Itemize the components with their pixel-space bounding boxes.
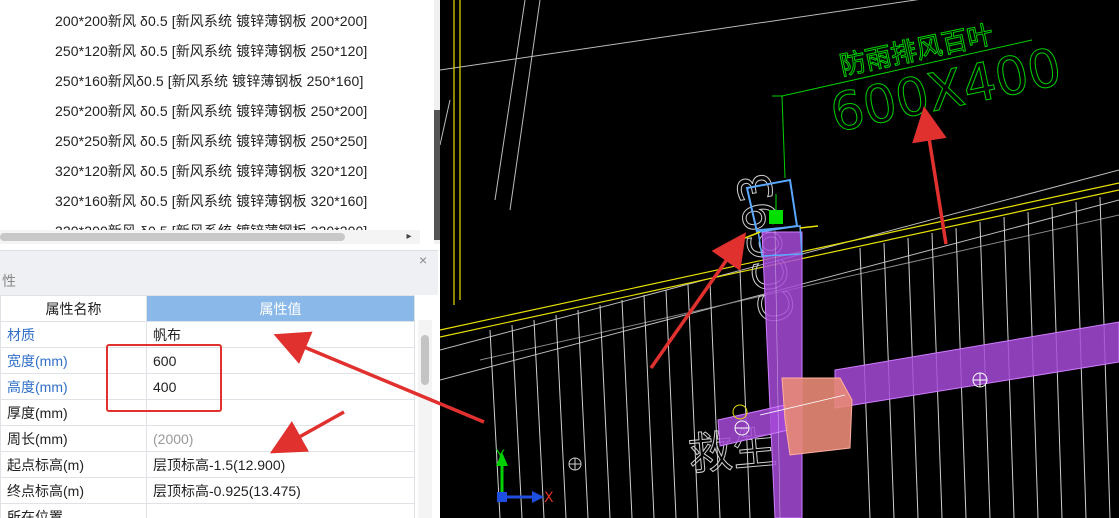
vertical-duct[interactable] — [761, 231, 803, 518]
ucs-axis-icon: Y X — [495, 448, 554, 506]
scrollbar-thumb[interactable] — [0, 233, 345, 241]
property-value[interactable]: 层顶标高-0.925(13.475) — [146, 477, 415, 504]
duct-joint[interactable] — [781, 377, 853, 456]
axis-y-label: Y — [495, 448, 505, 464]
table-row[interactable]: 起点标高(m) 层顶标高-1.5(12.900) — [0, 451, 415, 478]
highlight-box — [106, 344, 222, 412]
list-item[interactable]: 250*250新风 δ0.5 [新风系统 镀锌薄钢板 250*250] — [55, 129, 367, 153]
list-item[interactable]: 200*200新风 δ0.5 [新风系统 镀锌薄钢板 200*200] — [55, 9, 367, 33]
property-value[interactable]: 层顶标高-1.5(12.900) — [146, 451, 415, 478]
grip-handle[interactable] — [769, 210, 783, 224]
property-name: 周长(mm) — [0, 425, 147, 452]
table-row[interactable]: 所在位置 — [0, 503, 415, 518]
close-icon[interactable]: × — [419, 251, 427, 269]
duct-network[interactable] — [717, 229, 1119, 518]
properties-title: 性 — [0, 268, 438, 295]
properties-scrollbar[interactable] — [418, 320, 432, 518]
property-value[interactable] — [146, 503, 415, 518]
list-item[interactable]: 250*120新风 δ0.5 [新风系统 镀锌薄钢板 250*120] — [55, 39, 367, 63]
property-value: (2000) — [146, 425, 415, 452]
list-item[interactable]: 320*160新风 δ0.5 [新风系统 镀锌薄钢板 320*160] — [55, 189, 367, 213]
scrollbar-thumb[interactable] — [421, 335, 429, 385]
column-header-name: 属性名称 — [0, 295, 147, 322]
list-item[interactable]: 250*160新风δ0.5 [新风系统 镀锌薄钢板 250*160] — [55, 69, 363, 93]
small-symbol — [568, 457, 582, 471]
list-item[interactable]: 320*120新风 δ0.5 [新风系统 镀锌薄钢板 320*120] — [55, 159, 367, 183]
property-name: 所在位置 — [0, 503, 147, 518]
table-row[interactable]: 周长(mm) (2000) — [0, 425, 415, 452]
list-item[interactable]: 320*200新风 δ0.5 [新风系统 镀锌薄钢板 320*200] — [55, 219, 367, 230]
cad-canvas[interactable]: 救生 CC693 防雨 — [440, 0, 1119, 518]
list-item[interactable]: 250*200新风 δ0.5 [新风系统 镀锌薄钢板 250*200] — [55, 99, 367, 123]
horizontal-duct-right[interactable] — [834, 321, 1119, 409]
table-row[interactable]: 终点标高(m) 层顶标高-0.925(13.475) — [0, 477, 415, 504]
property-name: 终点标高(m) — [0, 477, 147, 504]
scroll-right-icon[interactable]: ▸ — [402, 230, 416, 244]
cad-drawing[interactable]: 救生 CC693 防雨 — [440, 0, 1119, 518]
duct-type-list[interactable]: 200*200新风 δ0.5 [新风系统 镀锌薄钢板 200*200] 250*… — [0, 0, 432, 230]
axis-x-label: X — [544, 490, 554, 506]
column-header-value: 属性值 — [146, 295, 415, 322]
list-horizontal-scrollbar[interactable]: ▸ — [0, 230, 420, 244]
left-panel: 200*200新风 δ0.5 [新风系统 镀锌薄钢板 200*200] 250*… — [0, 0, 440, 518]
property-name: 起点标高(m) — [0, 451, 147, 478]
table-header-row: 属性名称 属性值 — [0, 295, 415, 322]
properties-toolbar: × — [0, 250, 438, 269]
